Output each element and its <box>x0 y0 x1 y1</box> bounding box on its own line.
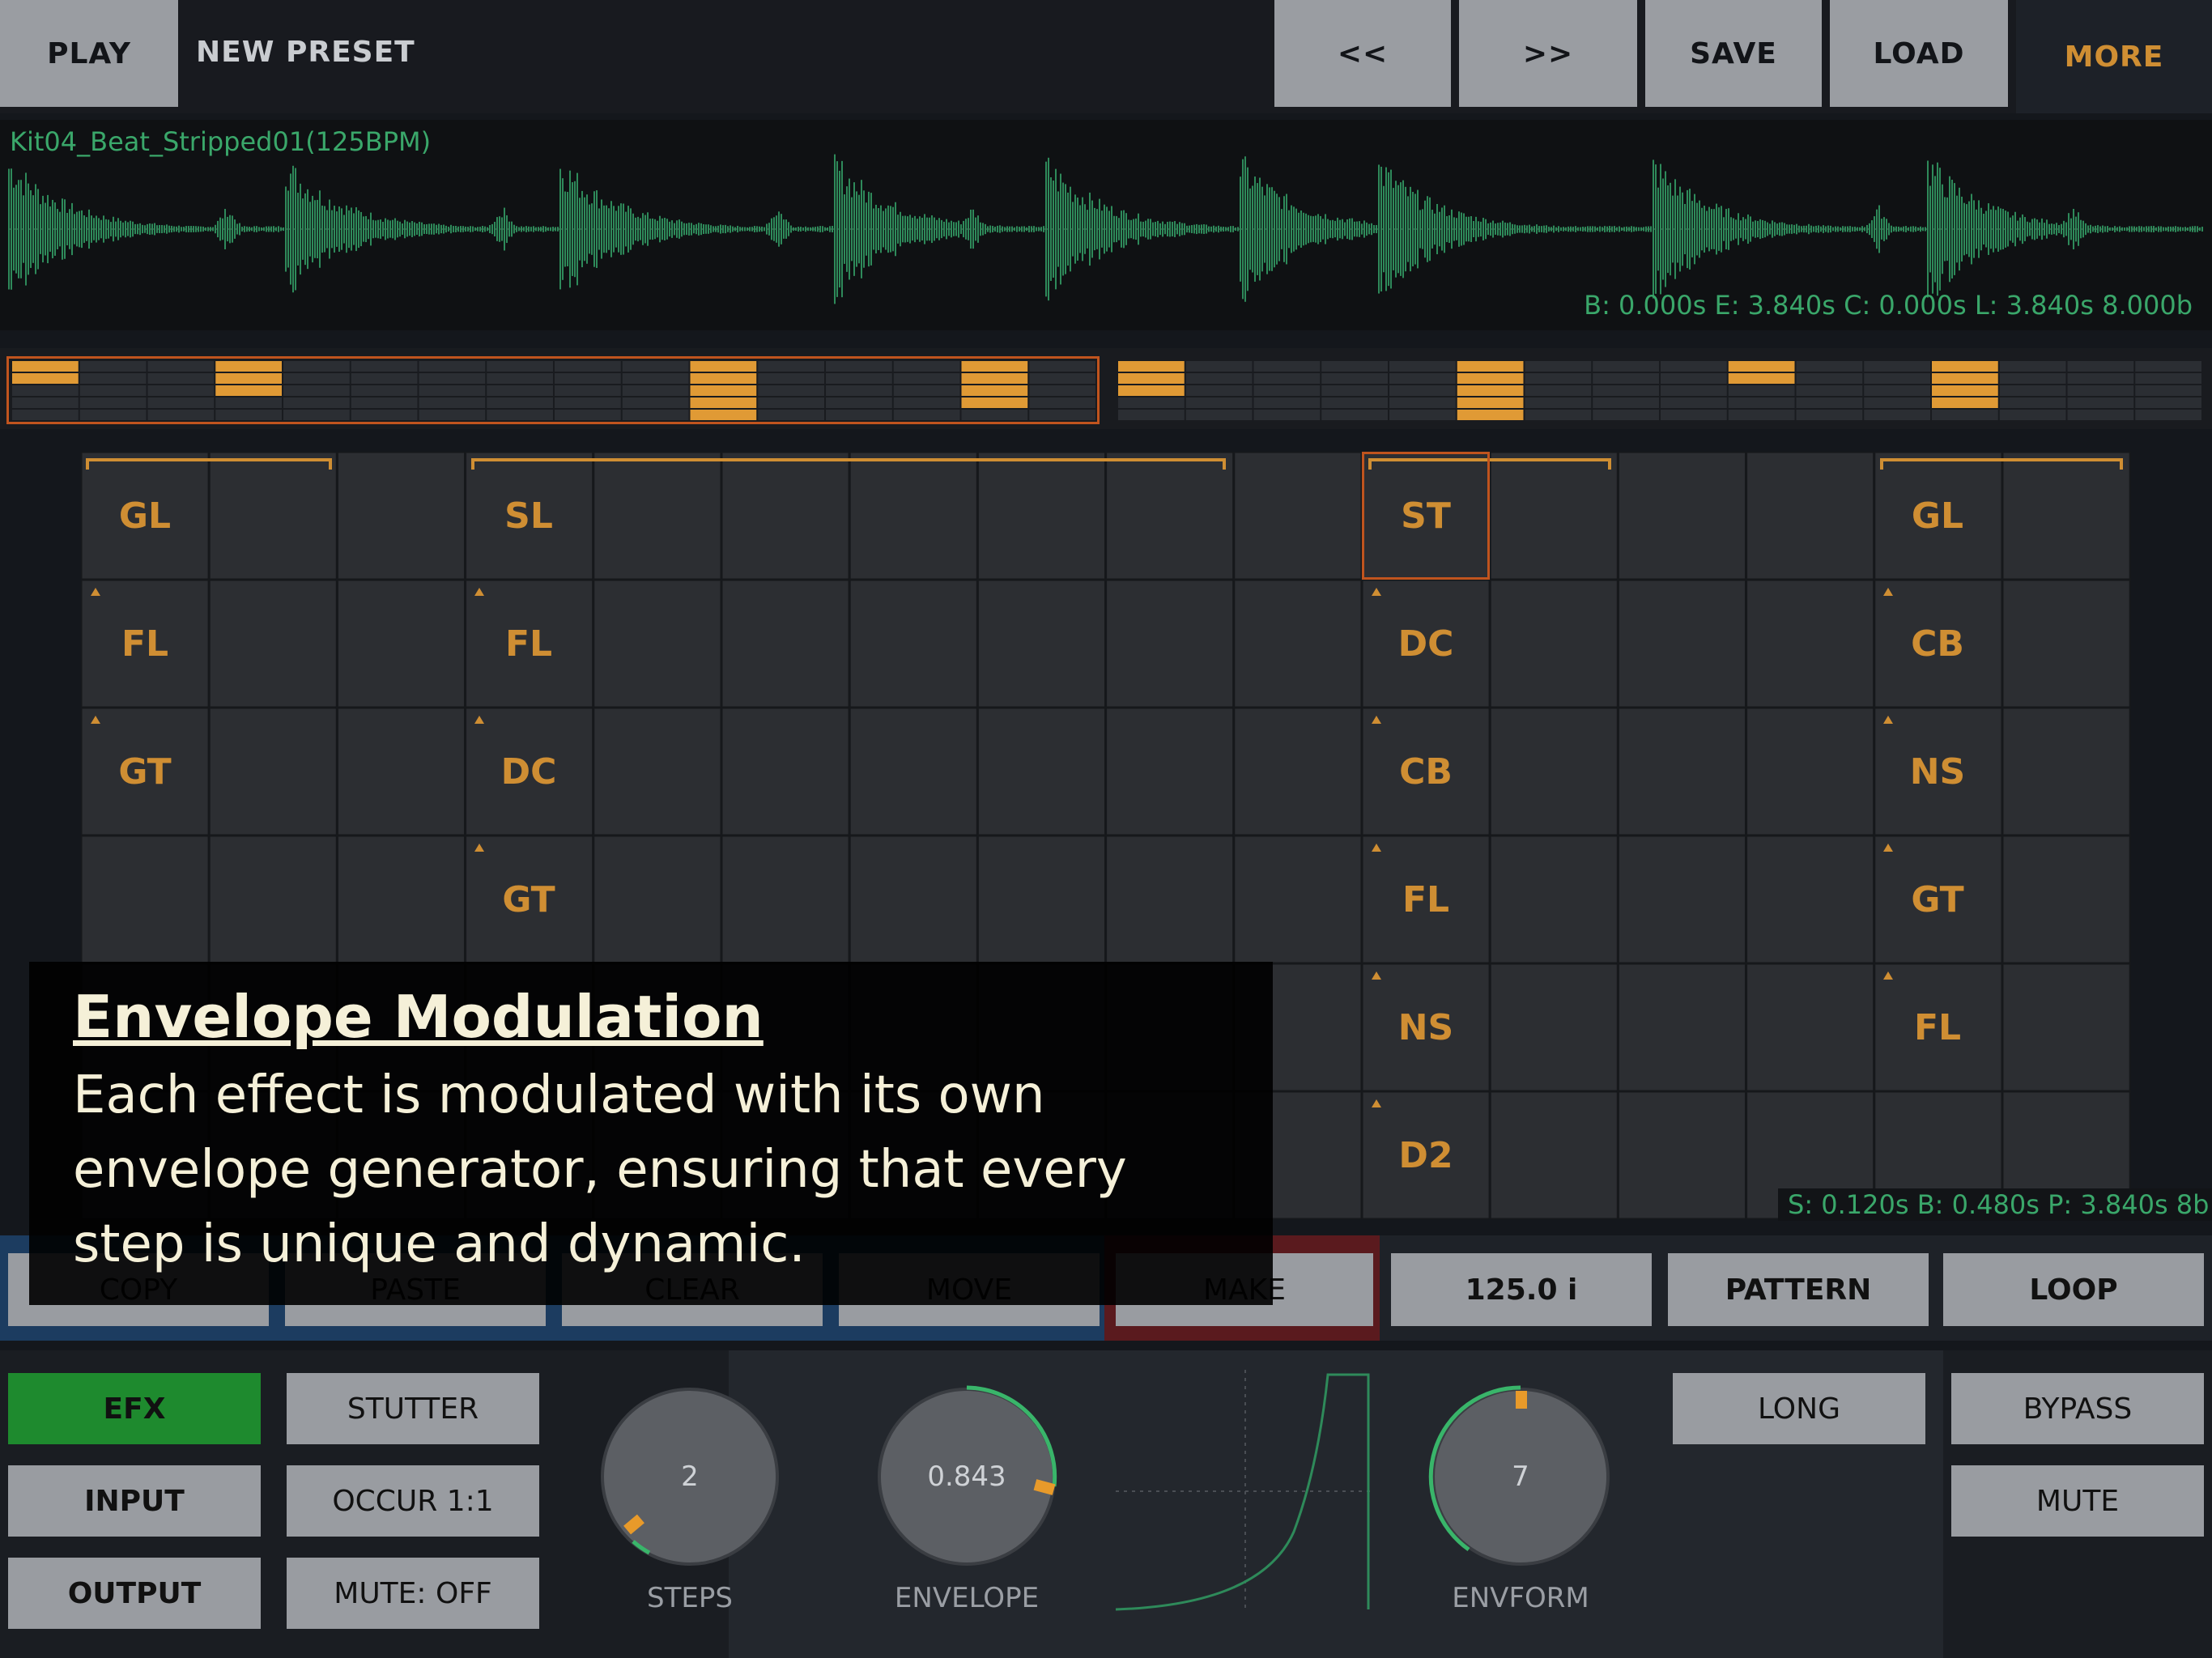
efx-tab[interactable]: EFX <box>8 1373 261 1444</box>
effect-cell[interactable]: FL <box>1362 835 1490 963</box>
effect-cell[interactable]: NS <box>1874 708 2001 835</box>
effect-cell[interactable]: DC <box>465 708 593 835</box>
envelope-value: 0.843 <box>927 1460 1006 1493</box>
effect-cell[interactable]: FL <box>81 580 209 708</box>
info-overlay: Envelope Modulation Each effect is modul… <box>29 962 1273 1305</box>
effect-cell[interactable]: GT <box>1874 835 2001 963</box>
effect-cell[interactable]: FL <box>465 580 593 708</box>
effect-cell[interactable]: ST <box>1362 452 1490 580</box>
overview-steps <box>12 361 2201 420</box>
next-preset-button[interactable]: >> <box>1459 0 1637 107</box>
envelope-curve-display <box>1116 1370 1375 1613</box>
effect-cell[interactable]: GL <box>1874 452 2001 580</box>
occur-button[interactable]: OCCUR 1:1 <box>287 1465 539 1537</box>
effect-cell[interactable]: NS <box>1362 963 1490 1091</box>
more-button[interactable]: MORE <box>2016 0 2212 113</box>
tempo-display[interactable]: 125.0 i <box>1391 1253 1652 1326</box>
envelope-label: ENVELOPE <box>894 1582 1040 1614</box>
envform-value: 7 <box>1512 1460 1529 1493</box>
waveform-info: B: 0.000s E: 3.840s C: 0.000s L: 3.840s … <box>1584 290 2193 321</box>
output-tab[interactable]: OUTPUT <box>8 1558 261 1629</box>
effect-cell[interactable]: GT <box>81 708 209 835</box>
load-button[interactable]: LOAD <box>1830 0 2008 107</box>
overlay-title: Envelope Modulation <box>73 983 764 1051</box>
long-button[interactable]: LONG <box>1673 1373 1925 1444</box>
effect-cell[interactable]: GT <box>465 835 593 963</box>
prev-preset-button[interactable]: << <box>1274 0 1451 107</box>
effect-cell[interactable]: GL <box>81 452 209 580</box>
overlay-body-line: Each effect is modulated with its own <box>73 1065 1045 1125</box>
waveform-panel[interactable]: Kit04_Beat_Stripped01(125BPM) B: 0.000s … <box>0 120 2212 330</box>
loop-button[interactable]: LOOP <box>1943 1253 2204 1326</box>
envform-label: ENVFORM <box>1452 1582 1589 1614</box>
save-button[interactable]: SAVE <box>1645 0 1822 107</box>
stutter-button[interactable]: STUTTER <box>287 1373 539 1444</box>
grid-timing-info: S: 0.120s B: 0.480s P: 3.840s 8b <box>1778 1188 2212 1221</box>
effect-cell[interactable]: FL <box>1874 963 2001 1091</box>
steps-value: 2 <box>681 1460 699 1493</box>
overlay-body-line: step is unique and dynamic. <box>73 1214 806 1274</box>
step-overview[interactable] <box>0 348 2212 429</box>
preset-name[interactable]: NEW PRESET <box>196 36 415 69</box>
effect-cell[interactable]: SL <box>465 452 593 580</box>
effect-cell[interactable]: CB <box>1874 580 2001 708</box>
bypass-button[interactable]: BYPASS <box>1951 1373 2204 1444</box>
mute-button[interactable]: MUTE <box>1951 1465 2204 1537</box>
overlay-body-line: envelope generator, ensuring that every <box>73 1140 1127 1200</box>
steps-label: STEPS <box>647 1582 733 1614</box>
effect-cell[interactable]: DC <box>1362 580 1490 708</box>
waveform-filename: Kit04_Beat_Stripped01(125BPM) <box>10 126 432 157</box>
mute-state-button[interactable]: MUTE: OFF <box>287 1558 539 1629</box>
effect-cell[interactable]: CB <box>1362 708 1490 835</box>
input-tab[interactable]: INPUT <box>8 1465 261 1537</box>
play-button[interactable]: PLAY <box>0 0 178 107</box>
effect-cell[interactable]: D2 <box>1362 1091 1490 1219</box>
pattern-button[interactable]: PATTERN <box>1668 1253 1929 1326</box>
